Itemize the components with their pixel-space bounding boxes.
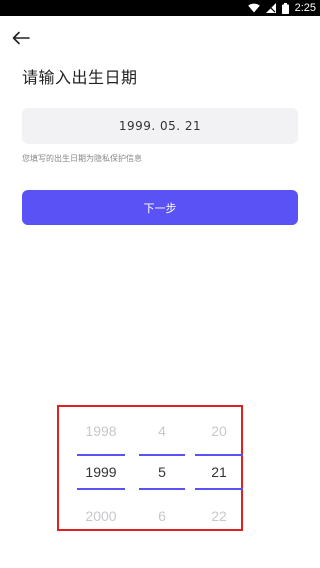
page-title: 请输入出生日期 (22, 68, 138, 87)
selection-line-top (195, 454, 243, 456)
day-prev[interactable]: 20 (195, 423, 243, 439)
month-next[interactable]: 6 (139, 508, 185, 524)
birthdate-page: 2:25 请输入出生日期 1999. 05. 21 您填写的出生日期为隐私保护信… (0, 0, 320, 568)
privacy-note: 您填写的出生日期为隐私保护信息 (22, 154, 142, 163)
year-selected[interactable]: 1999 (77, 464, 125, 480)
status-bar: 2:25 (0, 0, 320, 16)
month-selected[interactable]: 5 (139, 464, 185, 480)
wifi-icon (247, 3, 260, 13)
year-next[interactable]: 2000 (77, 508, 125, 524)
status-time: 2:25 (294, 2, 316, 14)
selection-line-bottom (195, 488, 243, 490)
selection-line-top (77, 454, 125, 456)
next-button[interactable]: 下一步 (22, 190, 298, 225)
status-icons: 2:25 (247, 1, 316, 15)
back-button[interactable] (10, 28, 32, 50)
arrow-left-icon (12, 30, 30, 49)
selection-line-bottom (139, 488, 185, 490)
day-selected[interactable]: 21 (195, 464, 243, 480)
day-next[interactable]: 22 (195, 508, 243, 524)
day-wheel[interactable]: 20 21 22 (195, 407, 243, 533)
selection-line-bottom (77, 488, 125, 490)
birthdate-field[interactable]: 1999. 05. 21 (22, 108, 298, 144)
date-picker: 1998 1999 2000 4 5 6 20 21 22 (57, 405, 243, 531)
month-prev[interactable]: 4 (139, 423, 185, 439)
battery-icon (281, 2, 289, 14)
no-sim-icon (265, 3, 276, 13)
year-prev[interactable]: 1998 (77, 423, 125, 439)
selection-line-top (139, 454, 185, 456)
month-wheel[interactable]: 4 5 6 (139, 407, 185, 533)
year-wheel[interactable]: 1998 1999 2000 (77, 407, 125, 533)
